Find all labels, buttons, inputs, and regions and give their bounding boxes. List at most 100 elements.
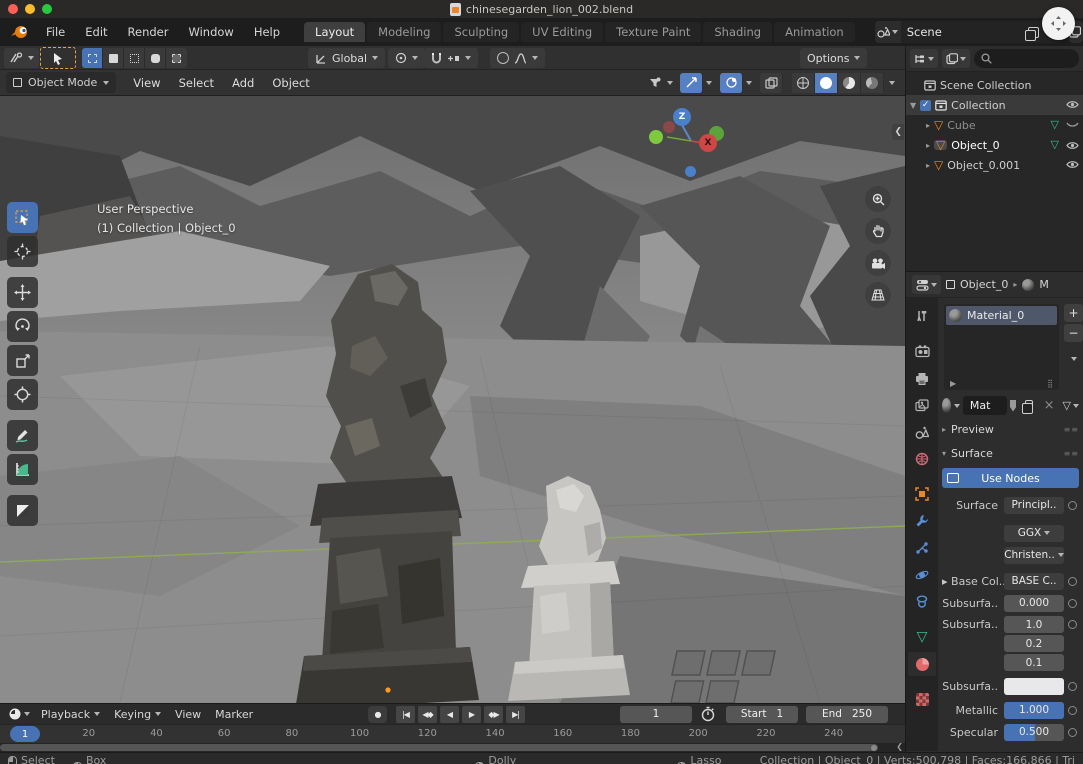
prev-keyframe-button[interactable]: ◀◆ — [418, 706, 437, 723]
editor-type-button[interactable] — [4, 48, 39, 68]
browse-material-icon[interactable] — [942, 398, 951, 413]
subsurface-color-swatch[interactable] — [1004, 678, 1064, 695]
tab-texture[interactable] — [908, 687, 936, 711]
tab-particles[interactable] — [908, 536, 936, 560]
minimize-window-button[interactable] — [25, 4, 35, 14]
decorator-dot[interactable] — [1068, 728, 1077, 737]
browse-material-chevron[interactable] — [954, 404, 960, 408]
eye-icon[interactable] — [1066, 159, 1079, 172]
tab-output[interactable] — [908, 366, 936, 390]
gizmos-toggle[interactable] — [680, 73, 703, 93]
decorator-dot[interactable] — [1068, 620, 1077, 629]
tab-render[interactable] — [908, 339, 936, 363]
timeline-menu-view[interactable]: View — [168, 708, 208, 721]
menu-render[interactable]: Render — [118, 25, 179, 39]
shading-wireframe-button[interactable] — [792, 73, 815, 93]
outliner-row-object-0[interactable]: ▸ ▽ Object_0 ▽ — [906, 135, 1083, 155]
outliner-row-collection[interactable]: ▼ ✓ Collection — [906, 95, 1083, 115]
select-lasso-button[interactable] — [145, 48, 166, 68]
shading-rendered-button[interactable] — [861, 73, 884, 93]
workspace-tab-shading[interactable]: Shading — [703, 22, 772, 42]
mode-dropdown[interactable]: Object Mode — [6, 72, 116, 93]
fake-user-shield-icon[interactable] — [1010, 400, 1016, 412]
shading-dropdown-chevron[interactable] — [889, 81, 895, 85]
menu-window[interactable]: Window — [178, 25, 243, 39]
decorator-dot[interactable] — [1068, 706, 1077, 715]
tab-world[interactable] — [908, 447, 936, 471]
stopwatch-icon[interactable] — [700, 706, 716, 725]
gizmo-axis-y-neg[interactable] — [649, 130, 663, 144]
radius-z-field[interactable]: 0.1 — [1004, 654, 1064, 671]
gizmo-axis-x-neg[interactable] — [663, 121, 675, 133]
active-tool-button[interactable] — [40, 47, 76, 69]
window-controls[interactable] — [8, 4, 52, 14]
shading-material-button[interactable] — [838, 73, 861, 93]
menu-file[interactable]: File — [36, 25, 75, 39]
material-slot-specials-dropdown[interactable] — [1064, 350, 1083, 368]
timeline-scroll-arrow[interactable]: ❮ — [896, 742, 903, 751]
outliner-row-cube[interactable]: ▸ ▽ Cube ▽ — [906, 115, 1083, 135]
next-keyframe-button[interactable]: ◆▶ — [484, 706, 503, 723]
start-frame-field[interactable]: Start1 — [726, 706, 798, 723]
ortho-grid-button[interactable] — [865, 282, 891, 308]
properties-editor-type-button[interactable] — [912, 275, 941, 294]
specular-slider[interactable]: 0.500 — [1004, 724, 1064, 741]
tool-add-primitive[interactable] — [7, 495, 38, 526]
pivot-point-dropdown[interactable] — [388, 48, 425, 68]
tab-physics[interactable] — [908, 563, 936, 587]
outliner-search-input[interactable] — [974, 49, 1079, 68]
decorator-dot[interactable] — [1068, 501, 1077, 510]
current-frame-field[interactable]: 1 — [620, 706, 692, 723]
visibility-dropdown[interactable] — [646, 73, 675, 93]
new-scene-icon[interactable] — [1028, 27, 1039, 38]
tab-constraints[interactable] — [908, 590, 936, 614]
outliner-row-scene-collection[interactable]: Scene Collection — [906, 75, 1083, 95]
viewport-menu-select[interactable]: Select — [170, 76, 223, 90]
distribution-dropdown[interactable]: GGX — [1004, 525, 1064, 542]
workspace-tab-animation[interactable]: Animation — [774, 22, 855, 42]
eye-closed-icon[interactable] — [1066, 121, 1079, 129]
workspace-tab-uv-editing[interactable]: UV Editing — [521, 22, 603, 42]
proportional-edit-group[interactable] — [490, 48, 545, 68]
scene-selector[interactable]: Scene × — [875, 21, 1063, 43]
base-color-label[interactable]: ▸ Base Col.. — [942, 575, 1004, 588]
decorator-dot[interactable] — [1068, 599, 1077, 608]
tab-object[interactable] — [908, 482, 936, 506]
tab-object-data[interactable]: ▽ — [908, 625, 936, 649]
outliner-row-object-0-001[interactable]: ▸ ▽ Object_0.001 — [906, 155, 1083, 175]
close-window-button[interactable] — [8, 4, 18, 14]
workspace-tab-sculpting[interactable]: Sculpting — [443, 22, 519, 42]
select-extend-button[interactable] — [166, 48, 187, 68]
add-material-slot-button[interactable]: + — [1064, 304, 1083, 322]
nodetree-selector[interactable]: ▽ — [1063, 401, 1079, 411]
tab-material[interactable] — [908, 652, 936, 676]
workspace-tab-layout[interactable]: Layout — [304, 22, 365, 42]
outliner-filter-dropdown[interactable] — [942, 49, 970, 68]
transform-orientation-dropdown[interactable]: Global — [308, 48, 385, 68]
tool-scale[interactable] — [7, 345, 38, 376]
tab-view-layer[interactable] — [908, 393, 936, 417]
pan-hand-button[interactable] — [865, 218, 891, 244]
new-material-icon[interactable] — [1025, 400, 1032, 411]
tool-measure[interactable] — [7, 454, 38, 485]
wireframe-data-icon[interactable]: ▽ — [1051, 120, 1059, 130]
blender-logo-icon[interactable] — [10, 24, 30, 40]
scene-icon[interactable] — [875, 21, 901, 43]
tool-move[interactable] — [7, 277, 38, 308]
select-circle-button[interactable] — [124, 48, 145, 68]
workspace-tab-texture-paint[interactable]: Texture Paint — [605, 22, 701, 42]
material-slot-item[interactable]: Material_0 — [946, 306, 1057, 325]
navigation-gizmo[interactable]: Z X — [647, 104, 727, 184]
material-slots-list[interactable]: Material_0 ▶⣿ — [944, 304, 1059, 390]
viewport-menu-add[interactable]: Add — [223, 76, 263, 90]
screen-share-indicator[interactable] — [1042, 7, 1075, 40]
gizmo-axis-z[interactable]: Z — [673, 108, 691, 126]
zoom-window-button[interactable] — [42, 4, 52, 14]
decorator-dot[interactable] — [1068, 577, 1077, 586]
viewport-3d[interactable]: User Perspective (1) Collection | Object… — [0, 96, 905, 703]
sidebar-collapse-arrow[interactable]: ❮ — [892, 124, 904, 140]
radius-x-field[interactable]: 1.0 — [1004, 616, 1064, 633]
tab-scene[interactable] — [908, 420, 936, 444]
menu-help[interactable]: Help — [244, 25, 290, 39]
overlays-toggle[interactable] — [720, 73, 743, 93]
